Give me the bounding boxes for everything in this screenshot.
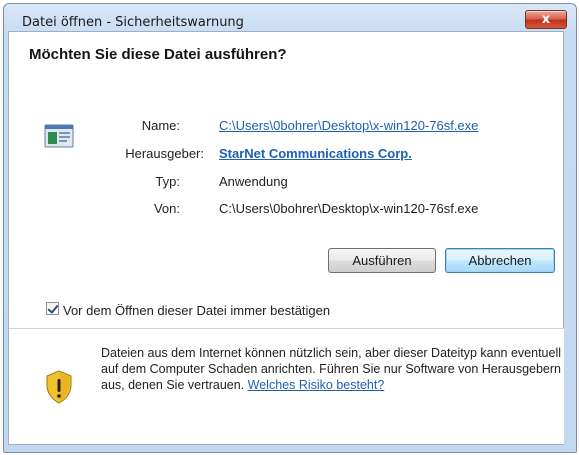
warning-message: Dateien aus dem Internet können nützlich… bbox=[101, 345, 563, 393]
name-label: Name: bbox=[141, 118, 180, 133]
risk-info-link[interactable]: Welches Risiko besteht? bbox=[248, 378, 385, 392]
from-value: C:\Users\0bohrer\Desktop\x-win120-76sf.e… bbox=[219, 201, 479, 216]
type-label: Typ: bbox=[155, 174, 180, 189]
security-shield-icon bbox=[46, 370, 72, 404]
close-button[interactable]: x bbox=[525, 10, 567, 29]
from-label: Von: bbox=[153, 201, 180, 216]
type-value: Anwendung bbox=[219, 174, 288, 189]
publisher-label: Herausgeber: bbox=[125, 146, 204, 161]
window-title: Datei öffnen - Sicherheitswarnung bbox=[22, 15, 244, 30]
publisher-link[interactable]: StarNet Communications Corp. bbox=[219, 146, 412, 161]
always-confirm-checkbox[interactable] bbox=[46, 302, 59, 315]
cancel-button[interactable]: Abbrechen bbox=[445, 248, 555, 273]
always-confirm-label[interactable]: Vor dem Öffnen dieser Datei immer bestät… bbox=[63, 303, 330, 318]
file-name-link[interactable]: C:\Users\0bohrer\Desktop\x-win120-76sf.e… bbox=[219, 118, 478, 133]
dialog-question: Möchten Sie diese Datei ausführen? bbox=[29, 46, 287, 63]
run-button[interactable]: Ausführen bbox=[328, 248, 436, 273]
